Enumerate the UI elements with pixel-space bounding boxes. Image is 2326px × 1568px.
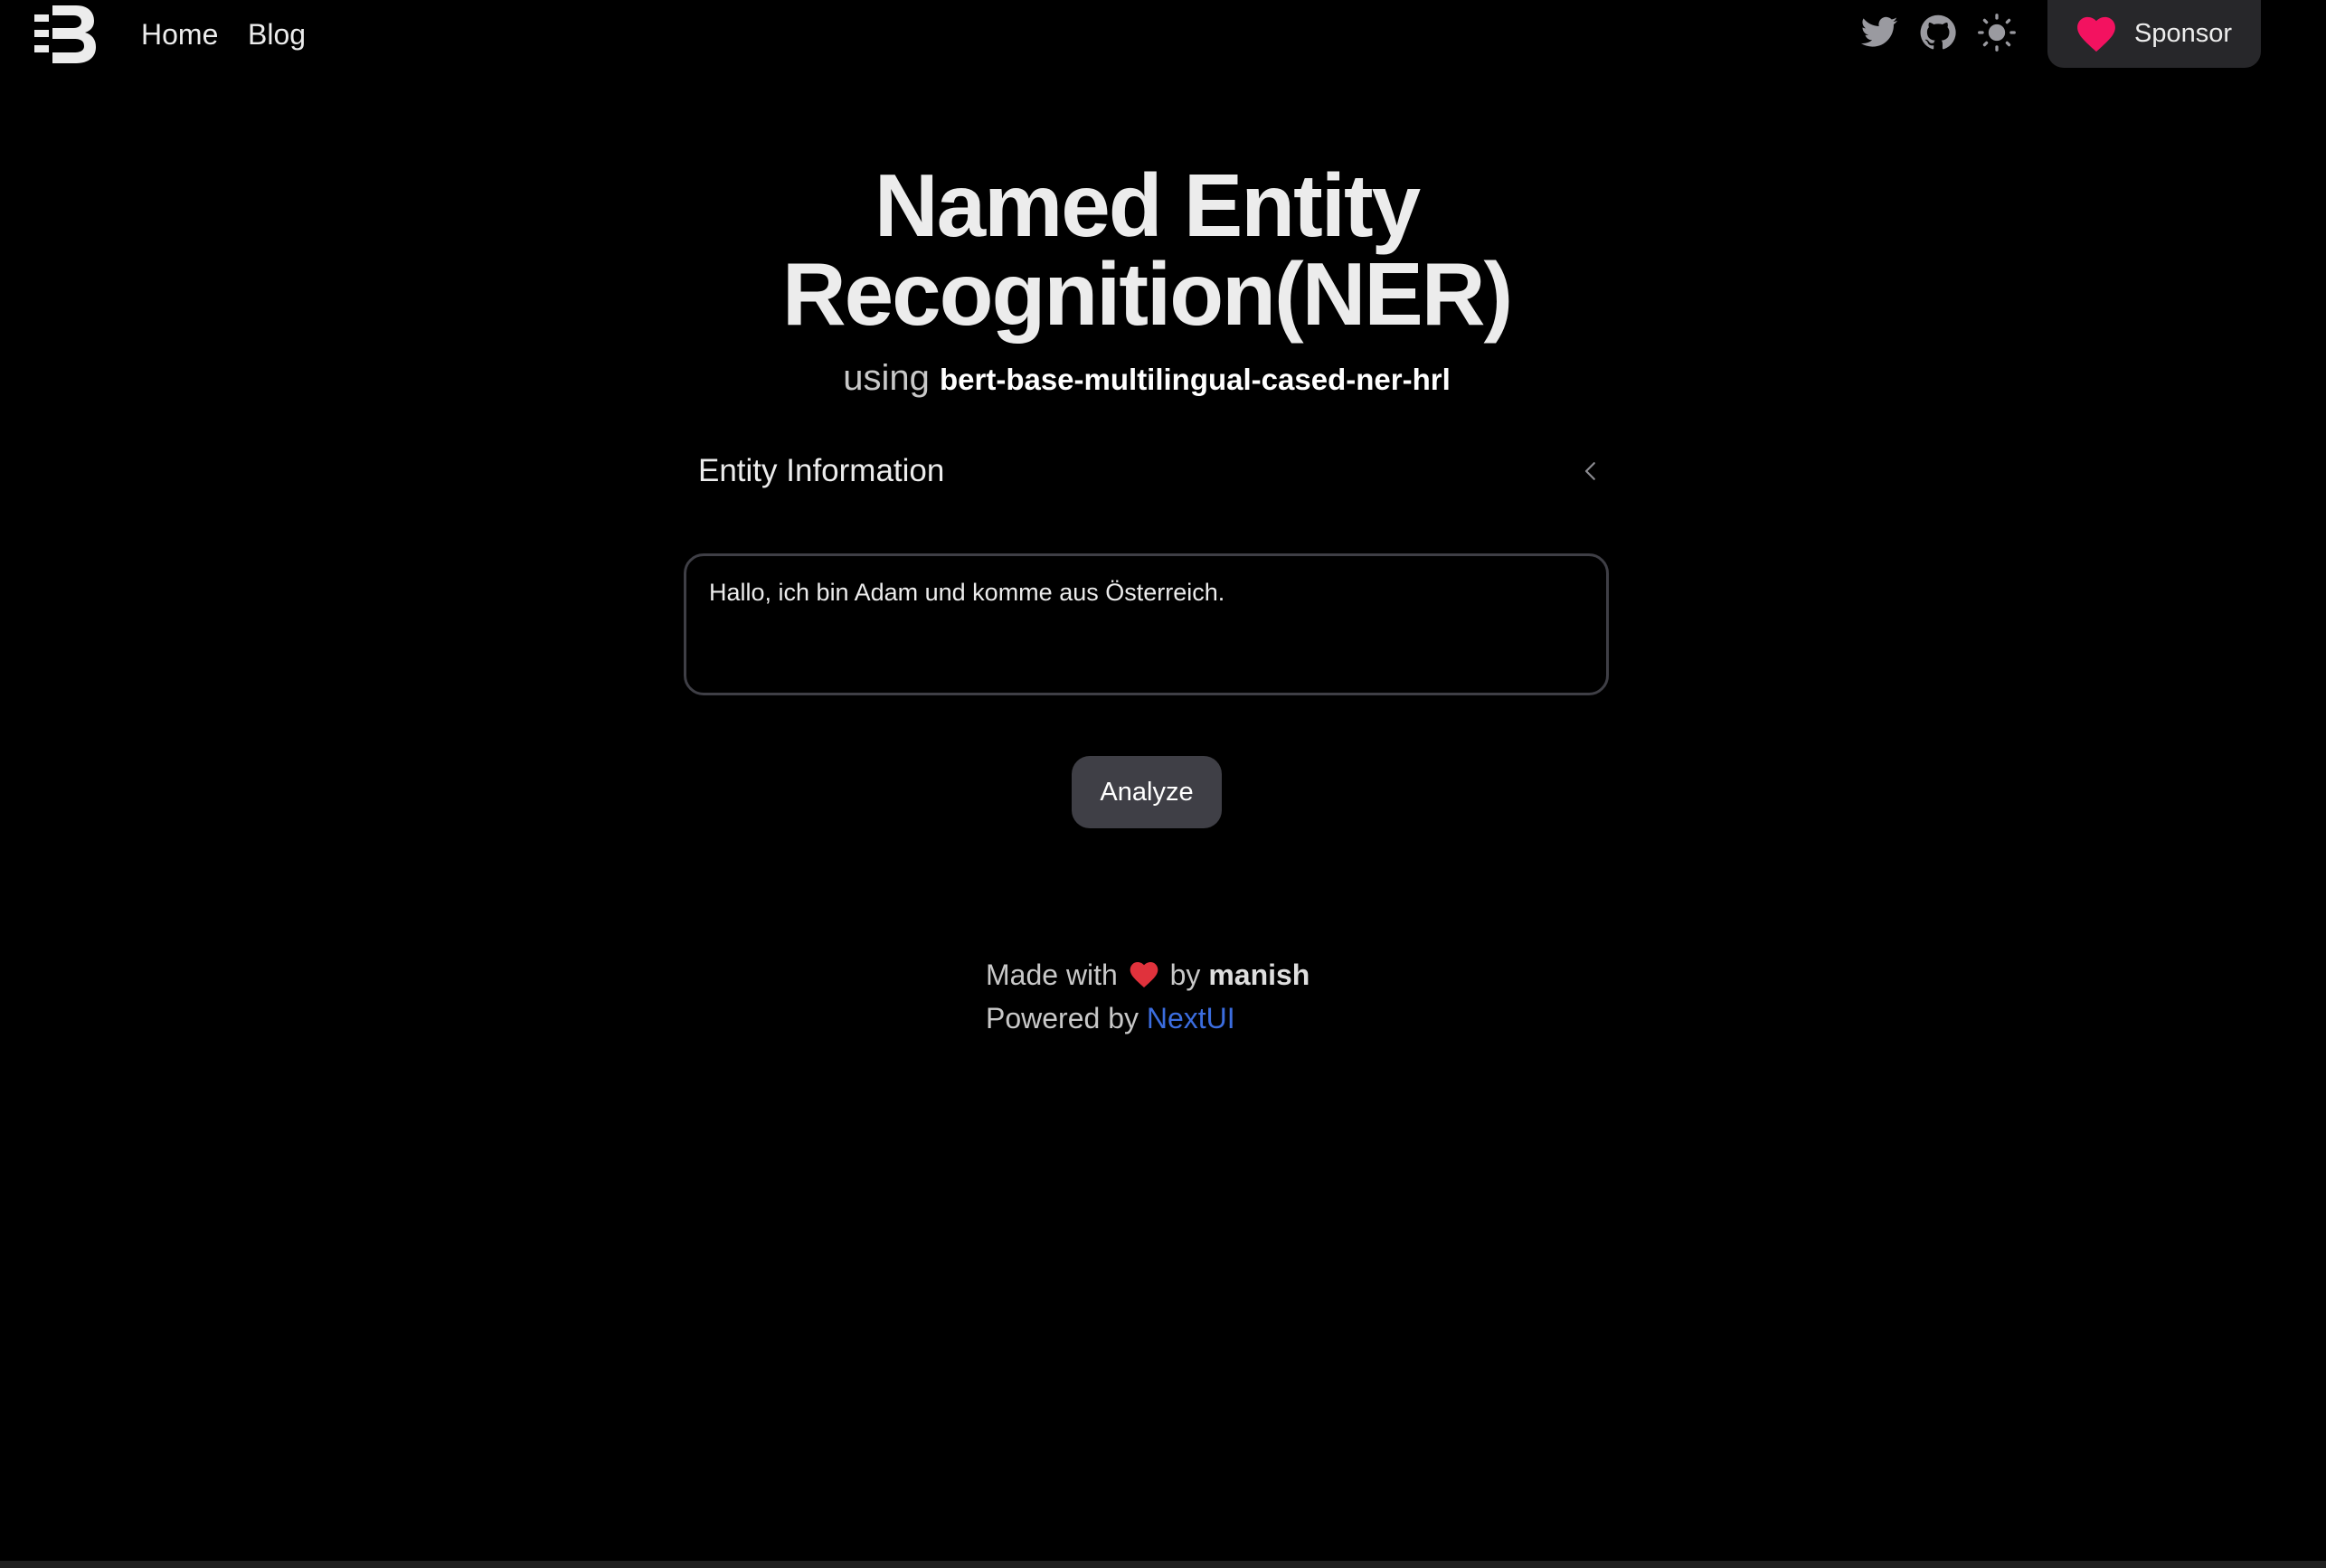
analyze-button[interactable]: Analyze bbox=[1072, 756, 1222, 828]
made-with-text: Made with bbox=[986, 959, 1118, 991]
nav-blog-link[interactable]: Blog bbox=[248, 16, 306, 52]
accordion-title: Entity Information bbox=[698, 453, 945, 488]
nextui-link[interactable]: NextUI bbox=[1147, 1002, 1235, 1034]
subtitle-prefix: using bbox=[843, 358, 930, 398]
powered-by-text: Powered by bbox=[986, 1002, 1139, 1034]
author-name: manish bbox=[1208, 959, 1310, 991]
title-line-1: Named Entity bbox=[874, 156, 1421, 255]
navbar: Home Blog Sponsor bbox=[0, 0, 2326, 69]
logo-icon[interactable] bbox=[33, 2, 98, 65]
github-icon[interactable] bbox=[1918, 13, 1958, 52]
nav-home-link[interactable]: Home bbox=[141, 16, 218, 52]
title-line-2: Recognition(NER) bbox=[781, 244, 1513, 344]
footer-powered-by-line: Powered by NextUI bbox=[986, 997, 1438, 1040]
heart-icon bbox=[2077, 16, 2115, 52]
sponsor-label: Sponsor bbox=[2133, 19, 2232, 48]
sponsor-button[interactable]: Sponsor bbox=[2047, 0, 2261, 68]
heart-icon bbox=[1130, 962, 1158, 987]
footer: Made with by manish Powered by NextUI bbox=[986, 953, 1438, 1040]
footer-made-with-line: Made with by manish bbox=[986, 953, 1438, 997]
by-text: by bbox=[1169, 959, 1201, 991]
subtitle: using bert-base-multilingual-cased-ner-h… bbox=[0, 354, 2293, 403]
page-title: Named Entity Recognition(NER) bbox=[0, 161, 2293, 338]
sun-icon[interactable] bbox=[1977, 13, 2017, 52]
page: Home Blog Sponsor Named Entity Recogniti… bbox=[0, 0, 2326, 1568]
chevron-left-icon[interactable] bbox=[1577, 458, 1604, 485]
entity-information-accordion[interactable]: Entity Information bbox=[684, 439, 1610, 503]
model-name: bert-base-multilingual-cased-ner-hrl bbox=[939, 363, 1451, 396]
twitter-icon[interactable] bbox=[1859, 13, 1899, 52]
ner-text-input[interactable]: Hallo, ich bin Adam und komme aus Österr… bbox=[684, 553, 1609, 695]
bottom-divider bbox=[0, 1561, 2326, 1568]
